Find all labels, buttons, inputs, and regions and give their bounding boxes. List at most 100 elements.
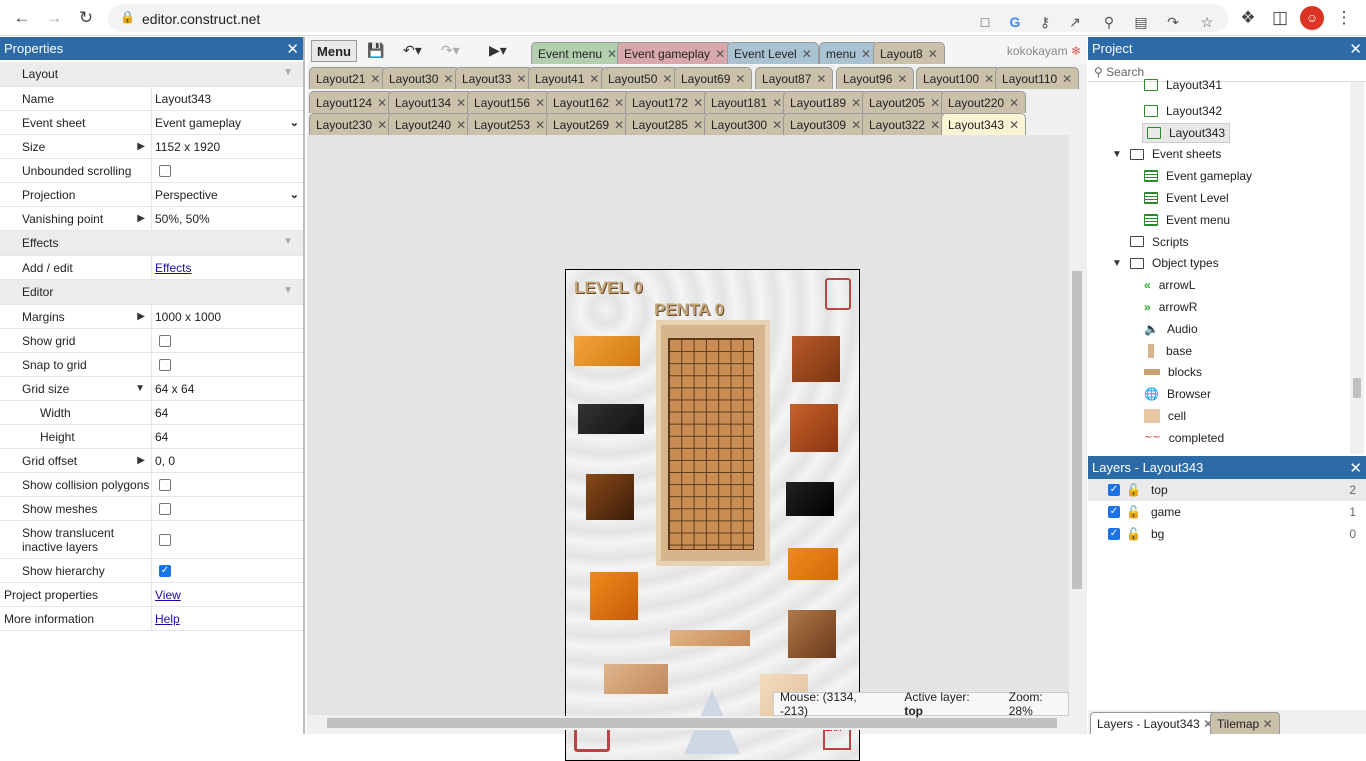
collapse-icon[interactable]: ▼	[135, 383, 145, 394]
tree-item-completed[interactable]: ∼∼ completed	[1144, 428, 1224, 448]
expand-icon[interactable]: ▶	[137, 141, 145, 152]
close-icon[interactable]: ✕	[1009, 96, 1019, 110]
close-icon[interactable]: ✕	[715, 47, 725, 61]
property-value[interactable]: 1000 x 1000	[152, 305, 303, 328]
tab-layout50[interactable]: Layout50 ✕	[601, 67, 680, 89]
property-value[interactable]: 64	[152, 425, 303, 448]
tree-item-layout342[interactable]: Layout342	[1144, 101, 1222, 121]
tree-item-event-menu[interactable]: Event menu	[1144, 210, 1230, 230]
tab-event-gameplay[interactable]: Event gameplay ✕	[617, 42, 733, 64]
layer-row[interactable]: ✓ 🔓 top 2	[1088, 479, 1366, 501]
close-icon[interactable]: ✕	[535, 118, 545, 132]
save-icon[interactable]: 💾	[367, 42, 384, 59]
checkbox[interactable]: ✓	[159, 564, 171, 577]
close-icon[interactable]: ✕	[851, 96, 861, 110]
tree-item-audio[interactable]: 🔈 Audio	[1144, 319, 1198, 339]
property-value[interactable]: 50%, 50%	[152, 207, 303, 230]
close-icon[interactable]: ✕	[735, 72, 745, 86]
tab-layout30[interactable]: Layout30 ✕	[382, 67, 461, 89]
redo-icon[interactable]: ↷▾	[441, 42, 460, 59]
tab-layout124[interactable]: Layout124 ✕	[309, 91, 395, 113]
vertical-scrollbar[interactable]	[1070, 135, 1084, 715]
property-value[interactable]: Perspective ⌄	[152, 183, 303, 206]
bookmark-star-icon[interactable]: ☆	[1196, 11, 1218, 33]
tab-layout21[interactable]: Layout21 ✕	[309, 67, 388, 89]
chevron-down-icon[interactable]: ▼	[283, 236, 293, 247]
property-link[interactable]: Effects	[155, 261, 191, 275]
close-icon[interactable]: ✕	[370, 72, 380, 86]
checkbox[interactable]	[159, 358, 171, 371]
checkbox[interactable]	[159, 334, 171, 347]
close-icon[interactable]: ✕	[861, 47, 871, 61]
tab-layout240[interactable]: Layout240 ✕	[388, 113, 474, 135]
expand-icon[interactable]: ▶	[137, 213, 145, 224]
tab-layout230[interactable]: Layout230 ✕	[309, 113, 395, 135]
visibility-checkbox[interactable]: ✓	[1108, 484, 1120, 496]
close-icon[interactable]: ✕	[1009, 118, 1019, 132]
tab-layout220[interactable]: Layout220 ✕	[941, 91, 1027, 113]
visibility-checkbox[interactable]: ✓	[1108, 528, 1120, 540]
tree-item-scripts[interactable]: Scripts	[1112, 232, 1189, 252]
user-name[interactable]: kokokayam ❄	[1007, 44, 1081, 58]
tree-item-browser[interactable]: 🌐 Browser	[1144, 384, 1211, 404]
tree-item-arrowl[interactable]: « arrowL	[1144, 275, 1195, 295]
reload-icon[interactable]: ↻	[74, 6, 98, 30]
tab-menu[interactable]: menu ✕	[819, 42, 879, 64]
page-icon[interactable]: ▤	[1130, 11, 1152, 33]
close-icon[interactable]: ✕	[928, 47, 938, 61]
close-icon[interactable]: ✕	[772, 96, 782, 110]
tab-layout96[interactable]: Layout96 ✕	[836, 67, 915, 89]
tree-item-event-gameplay[interactable]: Event gameplay	[1144, 166, 1252, 186]
tab-layout309[interactable]: Layout309 ✕	[783, 113, 869, 135]
scroll-thumb[interactable]	[1072, 271, 1082, 589]
tab-layout285[interactable]: Layout285 ✕	[625, 113, 711, 135]
close-icon[interactable]: ✕	[589, 72, 599, 86]
property-link[interactable]: Help	[155, 612, 180, 626]
play-icon[interactable]: ▶▾	[489, 42, 507, 59]
close-icon[interactable]: ✕	[607, 47, 617, 61]
tab-layout253[interactable]: Layout253 ✕	[467, 113, 553, 135]
close-icon[interactable]: ✕	[851, 118, 861, 132]
zoom-icon[interactable]: ⚲	[1098, 11, 1120, 33]
more-menu-icon[interactable]: ⋮	[1332, 6, 1356, 30]
tab-layout162[interactable]: Layout162 ✕	[546, 91, 632, 113]
checkbox[interactable]	[159, 164, 171, 177]
undo-icon[interactable]: ↶▾	[403, 42, 422, 59]
tab-layout300[interactable]: Layout300 ✕	[704, 113, 790, 135]
close-icon[interactable]: ✕	[1349, 459, 1362, 477]
collapse-icon[interactable]: ▼	[1112, 149, 1124, 160]
tab-layout8[interactable]: Layout8 ✕	[873, 42, 945, 64]
lock-icon[interactable]: 🔓	[1126, 527, 1141, 541]
tab-layout343[interactable]: Layout343 ✕	[941, 113, 1027, 135]
key-icon[interactable]: ⚷	[1034, 11, 1056, 33]
forward-icon[interactable]: →	[42, 6, 66, 30]
property-value[interactable]: 0, 0	[152, 449, 303, 472]
property-row[interactable]: Editor ▼	[0, 280, 303, 305]
tree-item-event-level[interactable]: Event Level	[1144, 188, 1229, 208]
tab-layout33[interactable]: Layout33 ✕	[455, 67, 534, 89]
tab-layout69[interactable]: Layout69 ✕	[674, 67, 753, 89]
checkbox[interactable]	[159, 478, 171, 491]
tree-item-cell[interactable]: cell	[1144, 406, 1186, 426]
back-icon[interactable]: ←	[10, 6, 34, 30]
tab-layout134[interactable]: Layout134 ✕	[388, 91, 474, 113]
checkbox[interactable]	[159, 533, 171, 546]
project-search-input[interactable]: ⚲ Search	[1088, 62, 1366, 82]
sidepanel-icon[interactable]: ◫	[1268, 6, 1292, 30]
property-row[interactable]: Effects ▼	[0, 231, 303, 256]
tree-item-object-types[interactable]: ▼ Object types	[1112, 253, 1219, 273]
property-value[interactable]: 1152 x 1920	[152, 135, 303, 158]
layer-row[interactable]: ✓ 🔓 game 1	[1088, 501, 1366, 523]
close-icon[interactable]: ✕	[456, 118, 466, 132]
close-icon[interactable]: ✕	[443, 72, 453, 86]
property-value[interactable]: 64	[152, 401, 303, 424]
tab-layout269[interactable]: Layout269 ✕	[546, 113, 632, 135]
vertical-scrollbar[interactable]	[1350, 82, 1364, 454]
close-icon[interactable]: ✕	[614, 96, 624, 110]
address-bar[interactable]: 🔒 editor.construct.net □ G ⚷ ↗ ⚲ ▤ ↷ ☆	[108, 4, 1228, 32]
open-external-icon[interactable]: ↗	[1064, 11, 1086, 33]
tab-event-level[interactable]: Event Level ✕	[727, 42, 819, 64]
chevron-down-icon[interactable]: ▼	[283, 67, 293, 78]
tab-layout189[interactable]: Layout189 ✕	[783, 91, 869, 113]
close-icon[interactable]: ✕	[286, 40, 299, 58]
